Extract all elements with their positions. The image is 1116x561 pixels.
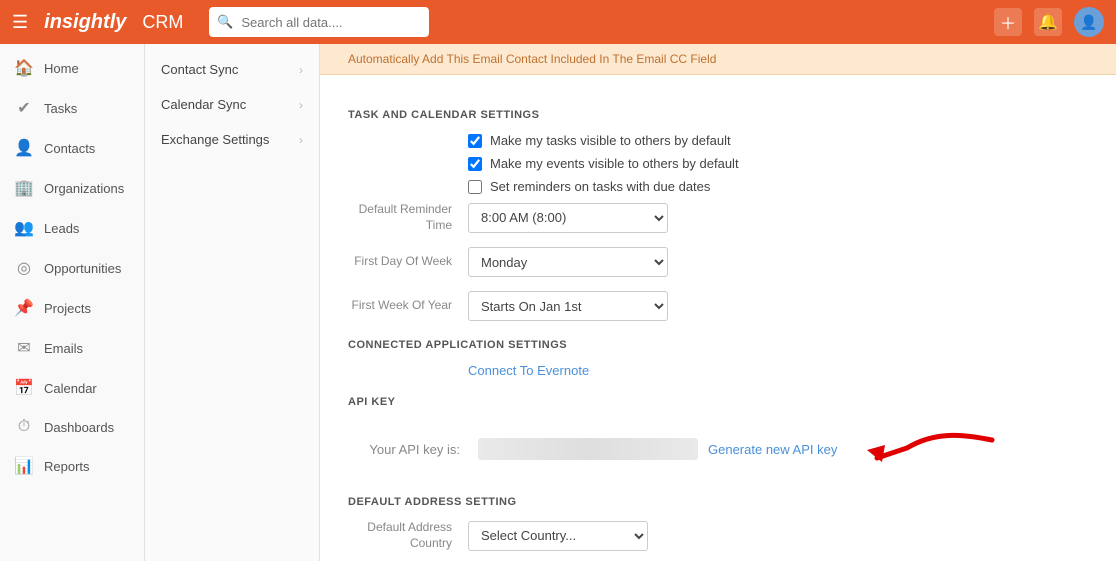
sidebar-item-dashboards[interactable]: ⏱ Dashboards: [0, 408, 144, 446]
reports-icon: 📊: [14, 456, 34, 476]
red-arrow-annotation: [857, 420, 997, 478]
sidebar-item-calendar[interactable]: 📅 Calendar: [0, 368, 144, 408]
red-arrow-svg: [857, 420, 997, 475]
scroll-hint-banner: Automatically Add This Email Contact Inc…: [320, 44, 1116, 75]
sidebar-item-leads[interactable]: 👥 Leads: [0, 208, 144, 248]
sidebar-label-leads: Leads: [44, 221, 79, 236]
top-navigation: ☰ insightly CRM 🔍 ＋ 🔔 👤: [0, 0, 1116, 44]
sidebar-item-emails[interactable]: ✉ Emails: [0, 328, 144, 368]
search-wrapper: 🔍: [209, 7, 589, 37]
sidebar: 🏠 Home ✔ Tasks 👤 Contacts 🏢 Organization…: [0, 44, 145, 561]
sidebar-label-projects: Projects: [44, 301, 91, 316]
sub-navigation: Contact Sync › Calendar Sync › Exchange …: [145, 44, 320, 561]
chevron-right-icon: ›: [299, 133, 303, 147]
sidebar-label-contacts: Contacts: [44, 141, 95, 156]
sidebar-item-opportunities[interactable]: ◎ Opportunities: [0, 248, 144, 288]
checkbox-tasks-visible-row: Make my tasks visible to others by defau…: [468, 133, 1088, 148]
task-calendar-section-header: TASK AND CALENDAR SETTINGS: [348, 109, 1088, 121]
contacts-icon: 👤: [14, 138, 34, 158]
sidebar-label-emails: Emails: [44, 341, 83, 356]
sidebar-label-organizations: Organizations: [44, 181, 124, 196]
checkbox-reminders[interactable]: [468, 180, 482, 194]
sidebar-label-dashboards: Dashboards: [44, 420, 114, 435]
sidebar-item-reports[interactable]: 📊 Reports: [0, 446, 144, 486]
subnav-label-calendar-sync: Calendar Sync: [161, 97, 246, 112]
scroll-hint-text: Automatically Add This Email Contact Inc…: [348, 52, 716, 66]
chevron-right-icon: ›: [299, 98, 303, 112]
user-avatar[interactable]: 👤: [1074, 7, 1104, 37]
organizations-icon: 🏢: [14, 178, 34, 198]
api-key-label: Your API key is:: [348, 442, 468, 457]
projects-icon: 📌: [14, 298, 34, 318]
reminder-time-label: Default ReminderTime: [348, 202, 468, 233]
sidebar-item-projects[interactable]: 📌 Projects: [0, 288, 144, 328]
sidebar-label-tasks: Tasks: [44, 101, 77, 116]
subnav-label-exchange-settings: Exchange Settings: [161, 132, 269, 147]
search-input[interactable]: [209, 7, 429, 37]
connected-app-section-header: CONNECTED APPLICATION SETTINGS: [348, 339, 1088, 351]
checkbox-events-visible[interactable]: [468, 157, 482, 171]
add-button[interactable]: ＋: [994, 8, 1022, 36]
sidebar-item-contacts[interactable]: 👤 Contacts: [0, 128, 144, 168]
search-icon: 🔍: [217, 14, 233, 30]
first-week-year-row: First Week Of Year Starts On Jan 1st Fir…: [348, 291, 1088, 321]
first-week-year-select[interactable]: Starts On Jan 1st First Full Week First …: [468, 291, 668, 321]
first-day-week-select[interactable]: Monday Sunday Saturday: [468, 247, 668, 277]
connect-evernote-link[interactable]: Connect To Evernote: [468, 363, 589, 378]
first-day-week-label: First Day Of Week: [348, 254, 468, 270]
checkbox-tasks-visible[interactable]: [468, 134, 482, 148]
connect-evernote-row: Connect To Evernote: [348, 363, 1088, 378]
generate-api-key-link[interactable]: Generate new API key: [708, 442, 837, 457]
checkbox-events-visible-label: Make my events visible to others by defa…: [490, 156, 739, 171]
subnav-exchange-settings[interactable]: Exchange Settings ›: [145, 122, 319, 157]
country-select[interactable]: Select Country... United States United K…: [468, 521, 648, 551]
checkbox-reminders-label: Set reminders on tasks with due dates: [490, 179, 710, 194]
sidebar-item-tasks[interactable]: ✔ Tasks: [0, 88, 144, 128]
default-address-section-header: DEFAULT ADDRESS SETTING: [348, 496, 1088, 508]
main-layout: 🏠 Home ✔ Tasks 👤 Contacts 🏢 Organization…: [0, 44, 1116, 561]
dashboards-icon: ⏱: [14, 418, 34, 436]
subnav-calendar-sync[interactable]: Calendar Sync ›: [145, 87, 319, 122]
reminder-time-select[interactable]: 8:00 AM (8:00) 7:00 AM (7:00) 9:00 AM (9…: [468, 203, 668, 233]
api-key-row: Your API key is: Generate new API key: [348, 420, 1088, 478]
default-address-row: Default Address Country Select Country..…: [348, 520, 1088, 551]
menu-icon[interactable]: ☰: [12, 12, 28, 33]
sidebar-item-home[interactable]: 🏠 Home: [0, 48, 144, 88]
checkbox-tasks-visible-label: Make my tasks visible to others by defau…: [490, 133, 731, 148]
sidebar-label-opportunities: Opportunities: [44, 261, 121, 276]
first-day-week-row: First Day Of Week Monday Sunday Saturday: [348, 247, 1088, 277]
default-address-country-label: Default Address Country: [348, 520, 468, 551]
sidebar-label-calendar: Calendar: [44, 381, 97, 396]
subnav-contact-sync[interactable]: Contact Sync ›: [145, 52, 319, 87]
api-key-section-header: API KEY: [348, 396, 1088, 408]
sidebar-item-organizations[interactable]: 🏢 Organizations: [0, 168, 144, 208]
top-nav-right: ＋ 🔔 👤: [994, 7, 1104, 37]
api-key-value: [478, 438, 698, 460]
checkbox-events-visible-row: Make my events visible to others by defa…: [468, 156, 1088, 171]
home-icon: 🏠: [14, 58, 34, 78]
opportunities-icon: ◎: [14, 258, 34, 278]
content-area: Automatically Add This Email Contact Inc…: [320, 44, 1116, 561]
app-logo: insightly: [44, 11, 126, 34]
subnav-label-contact-sync: Contact Sync: [161, 62, 238, 77]
notifications-button[interactable]: 🔔: [1034, 8, 1062, 36]
leads-icon: 👥: [14, 218, 34, 238]
tasks-icon: ✔: [14, 98, 34, 118]
sidebar-label-reports: Reports: [44, 459, 90, 474]
emails-icon: ✉: [14, 338, 34, 358]
reminder-time-row: Default ReminderTime 8:00 AM (8:00) 7:00…: [348, 202, 1088, 233]
first-week-year-label: First Week Of Year: [348, 298, 468, 314]
content-inner: TASK AND CALENDAR SETTINGS Make my tasks…: [320, 75, 1116, 561]
chevron-right-icon: ›: [299, 63, 303, 77]
sidebar-label-home: Home: [44, 61, 79, 76]
calendar-icon: 📅: [14, 378, 34, 398]
checkbox-reminders-row: Set reminders on tasks with due dates: [468, 179, 1088, 194]
crm-label: CRM: [142, 12, 183, 33]
